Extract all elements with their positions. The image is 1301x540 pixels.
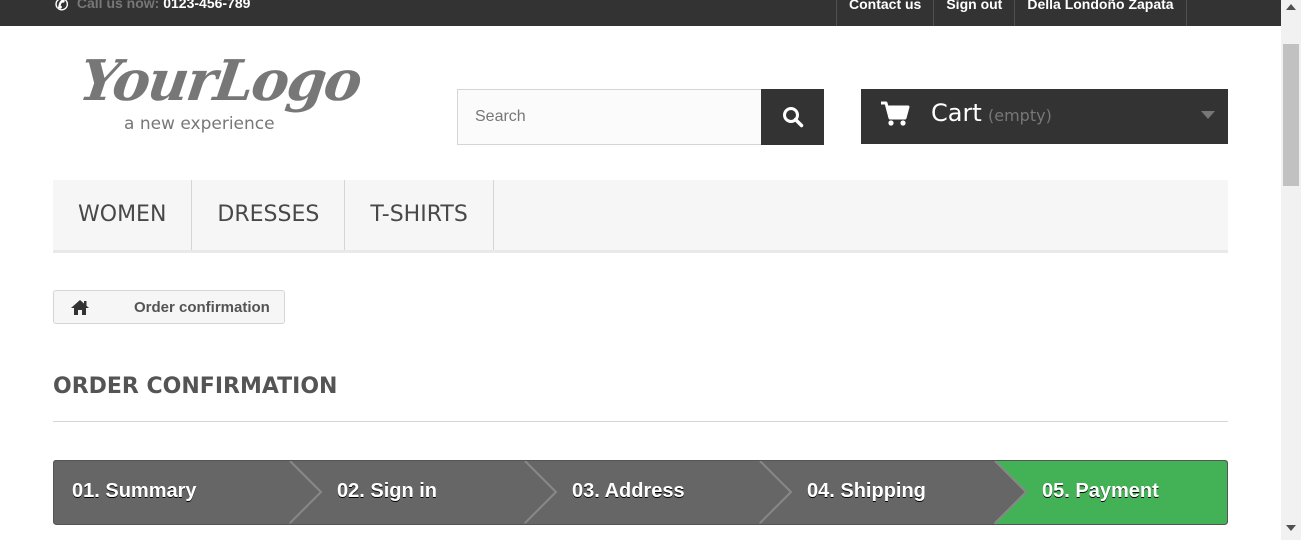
- menu-item-women[interactable]: WOMEN: [53, 180, 193, 250]
- page-scrollbar[interactable]: [1281, 0, 1301, 540]
- title-divider: [53, 421, 1228, 422]
- call-label: Call us now:: [76, 0, 160, 11]
- top-bar: ✆ Call us now: 0123-456-789 Contact us S…: [0, 0, 1281, 26]
- account-link[interactable]: Della Londoño Zapata: [1014, 0, 1187, 26]
- page: ✆ Call us now: 0123-456-789 Contact us S…: [0, 0, 1301, 540]
- scroll-thumb[interactable]: [1283, 44, 1299, 186]
- cart-quantity: (empty): [988, 106, 1052, 125]
- phone-number: 0123-456-789: [163, 0, 251, 11]
- call-us: ✆ Call us now: 0123-456-789: [55, 0, 250, 15]
- breadcrumb-home[interactable]: [54, 291, 106, 323]
- search-input[interactable]: [457, 89, 762, 145]
- top-links: Contact us Sign out Della Londoño Zapata: [836, 0, 1187, 26]
- phone-icon: ✆: [55, 0, 69, 14]
- page-title: ORDER CONFIRMATION: [53, 374, 338, 399]
- step-shipping[interactable]: 04. Shipping: [807, 480, 926, 503]
- site-logo[interactable]: YourLogo a new experience: [75, 48, 380, 142]
- logo-text: YourLogo: [75, 48, 365, 114]
- main-menu: WOMEN DRESSES T-SHIRTS: [53, 180, 1228, 253]
- cart-icon: [881, 101, 910, 126]
- cart-block[interactable]: Cart (empty): [861, 89, 1228, 144]
- step-sign-in[interactable]: 02. Sign in: [337, 480, 437, 503]
- breadcrumb: Order confirmation: [53, 290, 285, 324]
- search-button[interactable]: [761, 89, 824, 145]
- menu-item-t-shirts[interactable]: T-SHIRTS: [345, 180, 494, 250]
- step-address[interactable]: 03. Address: [572, 480, 685, 503]
- contact-us-link[interactable]: Contact us: [836, 0, 933, 26]
- step-summary[interactable]: 01. Summary: [72, 480, 197, 503]
- scroll-up-arrow-icon[interactable]: [1286, 4, 1296, 10]
- search-icon: [782, 107, 803, 128]
- cart-label: Cart: [931, 99, 982, 127]
- chevron-down-icon: [1201, 111, 1215, 119]
- menu-item-dresses[interactable]: DRESSES: [192, 180, 346, 250]
- scroll-down-arrow-icon[interactable]: [1286, 525, 1296, 531]
- home-icon: [71, 299, 89, 315]
- order-steps: 01. Summary 02. Sign in 03. Address 04. …: [53, 460, 1228, 525]
- breadcrumb-current: Order confirmation: [134, 298, 270, 316]
- sign-out-link[interactable]: Sign out: [933, 0, 1014, 26]
- step-payment: 05. Payment: [1042, 480, 1159, 502]
- logo-tagline: a new experience: [124, 114, 275, 134]
